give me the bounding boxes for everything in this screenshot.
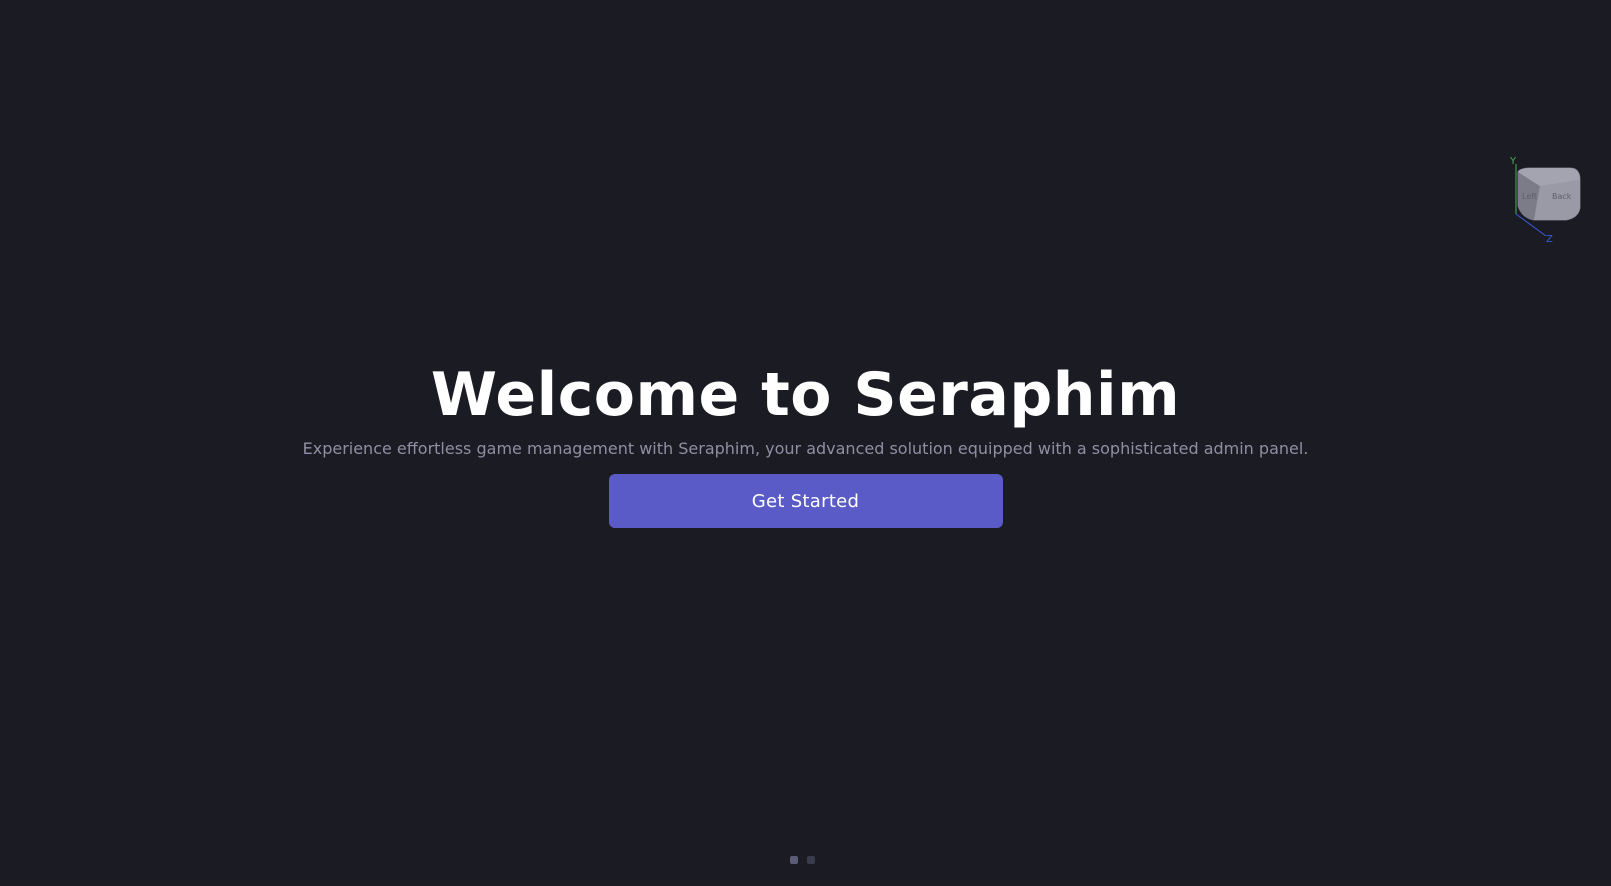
view-orientation-gizmo[interactable]: Y Z Left Back <box>1500 150 1600 250</box>
cube-face-back-label: Back <box>1552 192 1572 201</box>
slide-pager <box>790 856 815 864</box>
welcome-screen: Y Z Left Back Welcome to Seraphim Experi… <box>0 0 1611 886</box>
y-axis-label: Y <box>1509 156 1517 167</box>
pager-dot-1[interactable] <box>790 856 798 864</box>
z-axis-label: Z <box>1546 234 1553 245</box>
hero-title: Welcome to Seraphim <box>430 360 1181 430</box>
hero-subtitle: Experience effortless game management wi… <box>302 439 1309 458</box>
orientation-cube-icon: Y Z Left Back <box>1509 156 1581 245</box>
pager-dot-2[interactable] <box>807 856 815 864</box>
hero-section: Welcome to Seraphim Experience effortles… <box>0 360 1611 528</box>
get-started-button[interactable]: Get Started <box>608 474 1003 528</box>
cube-face-left-label: Left <box>1522 192 1537 201</box>
